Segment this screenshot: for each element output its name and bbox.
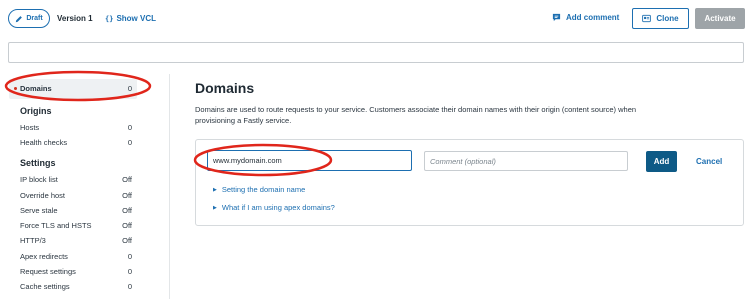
help-link-setting-domain-name[interactable]: ▶ Setting the domain name	[213, 185, 305, 194]
sidebar-item-label: Apex redirects	[20, 252, 68, 261]
sidebar-item-label: Serve stale	[20, 206, 58, 215]
sidebar-item-value: Off	[122, 175, 132, 184]
code-braces-icon: {}	[105, 15, 114, 23]
domain-name-input[interactable]: www.mydomain.com	[207, 150, 412, 171]
domain-comment-input[interactable]: Comment (optional)	[424, 151, 628, 171]
comment-icon	[552, 13, 561, 22]
page-description: Domains are used to route requests to yo…	[195, 105, 637, 125]
sidebar-heading-settings: Settings	[20, 158, 56, 168]
draft-label: Draft	[26, 15, 43, 22]
sidebar-heading-origins: Origins	[20, 106, 52, 116]
cancel-button[interactable]: Cancel	[696, 157, 722, 166]
help-link-label: Setting the domain name	[221, 185, 306, 194]
clone-icon	[642, 14, 652, 23]
caret-right-icon: ▶	[213, 204, 217, 211]
sidebar-item-value: Off	[122, 236, 132, 245]
caret-right-icon: ▶	[213, 186, 217, 193]
sidebar-item-value: 0	[127, 252, 132, 261]
sidebar-item-label: Override host	[20, 191, 66, 200]
sidebar-item-value: Off	[122, 206, 132, 215]
show-vcl-label: Show VCL	[116, 14, 156, 23]
add-comment-button[interactable]: Add comment	[552, 13, 619, 22]
sidebar-item-label: Health checks	[20, 138, 68, 147]
sidebar-item-apex-redirects[interactable]: Apex redirects 0	[20, 252, 132, 261]
clone-label: Clone	[656, 14, 679, 23]
sidebar-item-label: Cache settings	[20, 282, 70, 291]
sidebar-item-serve-stale[interactable]: Serve stale Off	[20, 206, 132, 215]
sidebar-item-hosts[interactable]: Hosts 0	[20, 123, 132, 132]
active-indicator-dot	[14, 87, 17, 90]
sidebar-item-request-settings[interactable]: Request settings 0	[20, 267, 132, 276]
sidebar-item-value: 0	[127, 282, 132, 291]
sidebar-item-label: Hosts	[20, 123, 40, 132]
sidebar-item-label: IP block list	[20, 175, 58, 184]
sidebar-item-override-host[interactable]: Override host Off	[20, 191, 132, 200]
add-domain-button[interactable]: Add	[646, 151, 677, 172]
show-vcl-link[interactable]: {} Show VCL	[105, 14, 156, 23]
version-label: Version 1	[57, 14, 93, 23]
sidebar-item-label: Force TLS and HSTS	[20, 221, 92, 230]
help-link-label: What if I am using apex domains?	[221, 203, 335, 212]
clone-button[interactable]: Clone	[632, 8, 689, 29]
sidebar-item-value: Off	[122, 221, 132, 230]
version-comment-bar[interactable]	[8, 42, 744, 63]
top-toolbar: Draft Version 1 {} Show VCL Add comment C…	[0, 0, 750, 38]
sidebar-item-value: 0	[127, 123, 132, 132]
page-title: Domains	[195, 80, 255, 96]
sidebar-item-count: 0	[127, 84, 132, 93]
sidebar-item-value: 0	[127, 138, 132, 147]
sidebar-item-domains[interactable]: Domains 0	[20, 84, 132, 93]
draft-status-badge[interactable]: Draft	[8, 9, 50, 28]
add-comment-label: Add comment	[566, 13, 620, 22]
help-link-apex-domains[interactable]: ▶ What if I am using apex domains?	[213, 203, 335, 212]
sidebar-item-label: Request settings	[20, 267, 76, 276]
sidebar-item-value: 0	[127, 267, 132, 276]
sidebar-item-label: Domains	[20, 84, 52, 93]
sidebar-item-ip-block-list[interactable]: IP block list Off	[20, 175, 132, 184]
sidebar-item-force-tls-and-hsts[interactable]: Force TLS and HSTS Off	[20, 221, 132, 230]
pencil-icon	[16, 15, 23, 22]
sidebar-item-http3[interactable]: HTTP/3 Off	[20, 236, 132, 245]
sidebar-item-value: Off	[122, 191, 132, 200]
sidebar-item-cache-settings[interactable]: Cache settings 0	[20, 282, 132, 291]
activate-button[interactable]: Activate	[695, 8, 745, 29]
sidebar-item-label: HTTP/3	[20, 236, 46, 245]
sidebar-item-health-checks[interactable]: Health checks 0	[20, 138, 132, 147]
